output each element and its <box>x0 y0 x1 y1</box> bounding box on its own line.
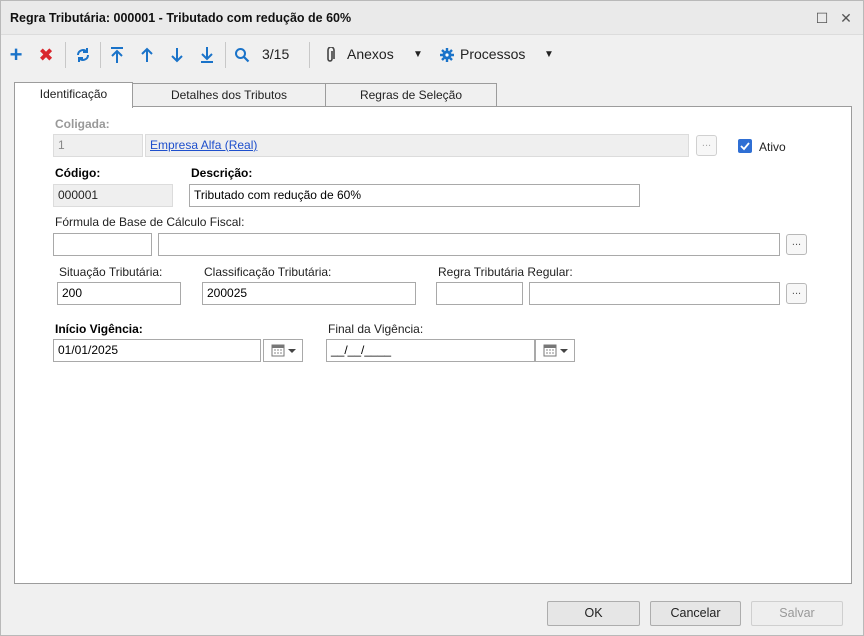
cancel-button[interactable]: Cancelar <box>650 601 741 626</box>
formula-lookup-button[interactable]: ... <box>786 234 807 255</box>
descricao-field[interactable]: Tributado com redução de 60% <box>189 184 640 207</box>
situacao-field[interactable]: 200 <box>57 282 181 305</box>
formula-label: Fórmula de Base de Cálculo Fiscal: <box>55 215 245 229</box>
inicio-vigencia-field[interactable]: 01/01/2025 <box>53 339 261 362</box>
final-vigencia-field[interactable]: __/__/____ <box>326 339 535 362</box>
search-icon[interactable] <box>232 44 252 66</box>
coligada-label: Coligada: <box>55 117 110 131</box>
descricao-label: Descrição: <box>191 166 253 180</box>
previous-record-icon[interactable] <box>137 44 157 66</box>
chevron-down-icon[interactable]: ▼ <box>413 49 423 60</box>
inicio-vigencia-calendar-button[interactable] <box>263 339 303 362</box>
final-vigencia-label: Final da Vigência: <box>328 322 424 336</box>
toolbar: + ✖ 3/15 Anexos ▼ Processos ▼ <box>1 36 863 74</box>
regra-regular-code-field[interactable] <box>436 282 523 305</box>
add-icon[interactable]: + <box>7 44 25 66</box>
regra-regular-label: Regra Tributária Regular: <box>438 265 573 279</box>
attachments-menu[interactable]: Anexos <box>347 46 394 62</box>
maximize-icon[interactable]: ☐ <box>813 9 831 27</box>
save-button[interactable]: Salvar <box>751 601 843 626</box>
formula-description-field[interactable] <box>158 233 780 256</box>
dialog-window: Regra Tributária: 000001 - Tributado com… <box>0 0 864 636</box>
situacao-label: Situação Tributária: <box>59 265 163 279</box>
ativo-label: Ativo <box>759 140 786 154</box>
delete-icon[interactable]: ✖ <box>37 44 55 66</box>
toolbar-separator <box>65 42 66 68</box>
window-title: Regra Tributária: 000001 - Tributado com… <box>10 11 352 25</box>
classificacao-label: Classificação Tributária: <box>204 265 332 279</box>
chevron-down-icon[interactable]: ▼ <box>544 49 554 60</box>
close-icon[interactable]: ✕ <box>837 9 855 27</box>
coligada-name-link[interactable]: Empresa Alfa (Real) <box>150 138 257 152</box>
toolbar-separator <box>309 42 310 68</box>
dialog-footer: OK Cancelar Salvar <box>1 591 863 636</box>
coligada-lookup-button[interactable]: ... <box>696 135 717 156</box>
record-position: 3/15 <box>262 46 290 62</box>
formula-code-field[interactable] <box>53 233 152 256</box>
regra-regular-lookup-button[interactable]: ... <box>786 283 807 304</box>
ativo-checkbox[interactable] <box>738 139 752 153</box>
processes-menu[interactable]: Processos <box>460 46 525 62</box>
regra-regular-description-field[interactable] <box>529 282 780 305</box>
coligada-name-field[interactable]: Empresa Alfa (Real) <box>145 134 689 157</box>
codigo-field: 000001 <box>53 184 173 207</box>
gear-icon <box>439 44 455 66</box>
inicio-vigencia-label: Início Vigência: <box>55 322 143 336</box>
tab-detalhes-dos-tributos[interactable]: Detalhes dos Tributos <box>132 83 326 107</box>
codigo-label: Código: <box>55 166 101 180</box>
refresh-icon[interactable] <box>73 44 93 66</box>
next-record-icon[interactable] <box>167 44 187 66</box>
ok-button[interactable]: OK <box>547 601 640 626</box>
identification-panel: Coligada: 1 Empresa Alfa (Real) ... Ativ… <box>14 106 852 584</box>
first-record-icon[interactable] <box>107 44 127 66</box>
tab-regras-de-selecao[interactable]: Regras de Seleção <box>325 83 497 107</box>
coligada-code-field: 1 <box>53 134 143 157</box>
paperclip-icon <box>323 44 337 66</box>
final-vigencia-calendar-button[interactable] <box>535 339 575 362</box>
toolbar-separator <box>100 42 101 68</box>
toolbar-separator <box>225 42 226 68</box>
last-record-icon[interactable] <box>197 44 217 66</box>
tab-identificacao[interactable]: Identificação <box>14 82 133 108</box>
title-bar: Regra Tributária: 000001 - Tributado com… <box>1 1 863 35</box>
classificacao-field[interactable]: 200025 <box>202 282 416 305</box>
